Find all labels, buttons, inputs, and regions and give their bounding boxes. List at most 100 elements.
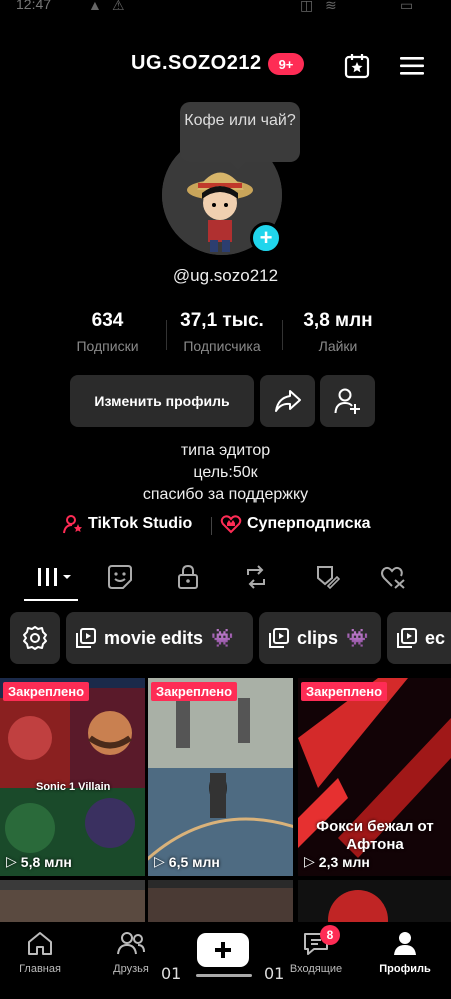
subscription-label: Суперподписка (247, 515, 371, 532)
playlist-icon (397, 628, 417, 648)
tab-reposts[interactable] (238, 560, 274, 594)
nav-profile-label: Профиль (379, 963, 431, 975)
profile-note-bubble[interactable]: Кофе или чай? (180, 102, 300, 170)
tab-videos[interactable] (32, 560, 76, 594)
view-count: ▷ 2,3 млн (304, 853, 370, 870)
playlist-label: clips (297, 627, 339, 648)
add-friend-button[interactable] (320, 375, 375, 427)
playlist-chip[interactable]: ec (387, 612, 451, 664)
alert-icon: ⚠ (112, 0, 125, 13)
play-icon: ▷ (154, 853, 165, 869)
bottom-nav: Главная Друзья Входящие 8 Профиль (0, 922, 451, 999)
tiktok-studio-link[interactable]: TikTok Studio (63, 514, 192, 534)
nav-inbox[interactable]: Входящие (278, 930, 354, 975)
playlist-label: ec (425, 627, 446, 648)
video-thumbnail-image (0, 880, 145, 922)
video-thumbnail[interactable]: Закреплено ▷ 6,5 млн (148, 678, 293, 876)
nav-friends-label: Друзья (113, 963, 149, 975)
content-tabs (0, 556, 451, 600)
stat-followers-value: 37,1 тыс. (180, 310, 264, 331)
view-count-value: 2,3 млн (318, 853, 370, 870)
battery-icon: ▭ (400, 0, 414, 13)
pinned-badge: Закреплено (151, 682, 238, 701)
status-time: 12:47 (16, 0, 52, 12)
heart-crown-icon (220, 515, 242, 534)
overlay-number-left: 01 (161, 964, 182, 983)
video-caption: Sonic 1 Villain (36, 781, 111, 793)
view-count-value: 6,5 млн (168, 853, 220, 870)
bio-line: цель:50к (193, 464, 258, 481)
play-icon: ▷ (6, 853, 17, 869)
hamburger-icon (400, 57, 424, 75)
stat-following-label: Подписки (76, 338, 139, 354)
video-thumbnail[interactable]: Закреплено Sonic 1 Villain ▷ 5,8 млн (0, 678, 145, 876)
share-arrow-icon (274, 390, 301, 412)
stat-likes-label: Лайки (318, 338, 358, 354)
video-thumbnail[interactable] (0, 880, 145, 922)
status-bar: 12:47 ▲ ⚠ ◫ ≋ ▭ (0, 0, 451, 18)
stat-followers-label: Подписчика (183, 338, 261, 354)
account-badge[interactable]: 9+ (268, 53, 304, 75)
video-thumbnail[interactable] (298, 880, 451, 922)
nav-home[interactable]: Главная (2, 930, 78, 975)
video-thumbnail-image (298, 880, 451, 922)
stat-following[interactable]: 634 Подписки (55, 310, 160, 354)
share-profile-button[interactable] (260, 375, 315, 427)
profile-icon (394, 932, 416, 955)
playlist-settings-button[interactable] (10, 612, 60, 664)
create-button[interactable] (193, 933, 253, 967)
profile-links: TikTok Studio Суперподписка (0, 514, 451, 538)
bio-line: типа эдитор (180, 442, 271, 459)
alien-icon: 👾 (211, 627, 234, 648)
profile-header: UG.SOZO212 (0, 50, 451, 80)
studio-person-icon (63, 515, 82, 534)
calendar-button[interactable] (344, 53, 370, 79)
plus-icon (215, 942, 231, 958)
pinned-badge: Закреплено (3, 682, 90, 701)
tab-favorites[interactable] (309, 560, 345, 594)
pinned-badge: Закреплено (301, 682, 388, 701)
username-title[interactable]: UG.SOZO212 (131, 52, 262, 75)
lock-icon (178, 564, 198, 589)
view-count-value: 5,8 млн (20, 853, 72, 870)
add-avatar-button[interactable]: + (250, 222, 282, 254)
nav-inbox-label: Входящие (289, 963, 343, 975)
nav-friends[interactable]: Друзья (93, 930, 169, 975)
playlist-chip[interactable]: movie edits 👾 (66, 612, 253, 664)
edit-profile-button[interactable]: Изменить профиль (70, 375, 254, 427)
stat-following-value: 634 (91, 310, 124, 331)
video-thumbnail[interactable]: Закреплено Фокси бежал от Афтона ▷ 2,3 м… (298, 678, 451, 876)
nav-profile[interactable]: Профиль (367, 930, 443, 975)
alien-icon: 👾 (346, 627, 369, 648)
stat-likes[interactable]: 3,8 млн Лайки (283, 310, 393, 354)
bio-line: спасибо за поддержку (142, 486, 309, 503)
playlist-icon (76, 628, 96, 648)
vibrate-icon: ◫ (300, 0, 314, 13)
subscription-link[interactable]: Суперподписка (220, 514, 370, 534)
inbox-badge: 8 (320, 925, 340, 945)
playlist-chip[interactable]: clips 👾 (259, 612, 381, 664)
video-thumbnail-image (148, 678, 293, 876)
overlay-number-right: 01 (264, 964, 285, 983)
video-caption: Фокси бежал от Афтона (316, 818, 434, 853)
tab-private-sticker[interactable] (102, 560, 138, 594)
user-handle: @ug.sozo212 (172, 266, 279, 285)
home-icon (28, 932, 52, 955)
video-thumbnail-image (148, 880, 293, 922)
bookmark-icon (317, 566, 340, 590)
wifi-icon: ≋ (325, 0, 337, 13)
view-count: ▷ 6,5 млн (154, 853, 220, 870)
tab-locked[interactable] (170, 560, 206, 594)
notification-icon: ▲ (88, 0, 102, 13)
view-count: ▷ 5,8 млн (6, 853, 72, 870)
link-divider (211, 517, 212, 535)
video-thumbnail[interactable] (148, 880, 293, 922)
home-indicator[interactable] (196, 974, 252, 977)
grid-icon (38, 568, 71, 586)
friends-icon (117, 932, 145, 955)
tiktok-studio-label: TikTok Studio (88, 515, 193, 532)
tab-liked[interactable] (376, 560, 412, 594)
menu-button[interactable] (399, 55, 425, 77)
stat-followers[interactable]: 37,1 тыс. Подписчика (167, 310, 277, 354)
stat-likes-value: 3,8 млн (303, 310, 373, 331)
